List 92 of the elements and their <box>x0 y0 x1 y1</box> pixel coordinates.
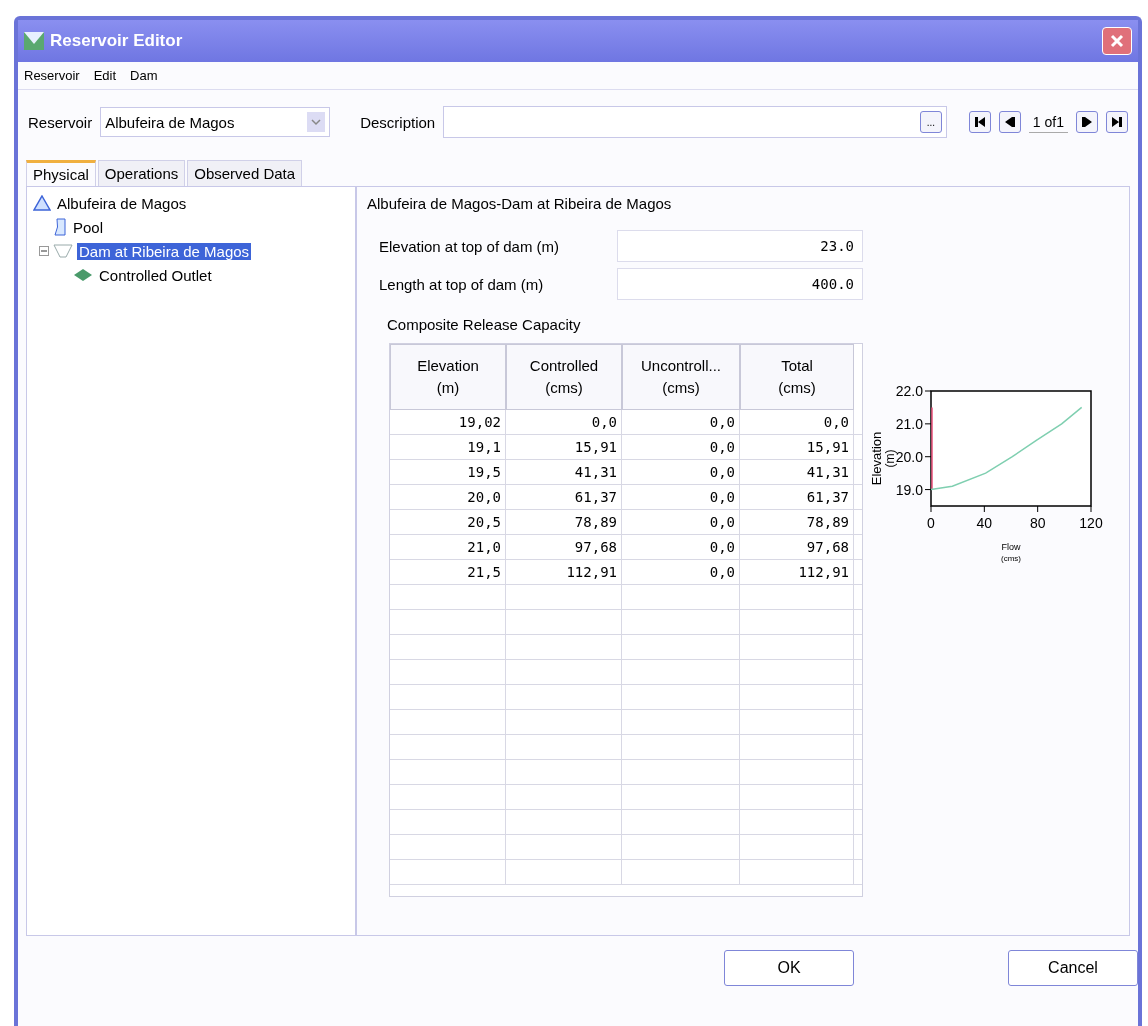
previous-icon <box>1003 116 1016 128</box>
previous-button[interactable] <box>998 111 1021 133</box>
funnel-icon <box>53 244 73 258</box>
last-icon <box>1111 116 1123 128</box>
table-cell: 78,89 <box>506 510 622 534</box>
table-cell: 61,37 <box>740 485 854 509</box>
cancel-button[interactable]: Cancel <box>1008 950 1138 986</box>
y-tick: 19.0 <box>895 481 932 498</box>
panel-title: Albufeira de Magos-Dam at Ribeira de Magos <box>367 195 673 212</box>
last-button[interactable] <box>1106 111 1128 133</box>
x-tick: 0 <box>927 505 935 531</box>
y-tick: 21.0 <box>895 415 932 432</box>
table-cell: 15,91 <box>740 435 854 459</box>
table-cell: 15,91 <box>506 435 622 459</box>
x-axis-label: Flow <box>1001 542 1021 552</box>
table-cell: 0,0 <box>622 510 740 534</box>
close-button[interactable] <box>1102 27 1132 55</box>
app-icon <box>24 32 44 50</box>
table-cell: 0,0 <box>622 535 740 559</box>
x-tick-label: 120 <box>1079 515 1103 531</box>
x-tick: 120 <box>1079 505 1103 531</box>
column-header[interactable]: Elevation (m) <box>390 344 506 410</box>
diamond-icon <box>73 268 93 282</box>
column-header[interactable]: Total (cms) <box>740 344 854 410</box>
tree-item[interactable]: Dam at Ribeira de Magos <box>77 242 252 260</box>
menu-item[interactable]: Reservoir <box>24 68 80 83</box>
column-header[interactable]: Controlled (cms) <box>506 344 622 410</box>
table-cell: 0,0 <box>506 410 622 434</box>
tab[interactable]: Observed Data <box>187 160 303 186</box>
table-cell: 41,31 <box>506 460 622 484</box>
field-label: Description <box>360 113 436 131</box>
table-cell: 61,37 <box>506 485 622 509</box>
y-axis-label: Elevation <box>869 431 884 486</box>
menu-item[interactable]: Dam <box>130 68 158 83</box>
x-tick: 40 <box>976 505 993 531</box>
table-cell: 21,5 <box>390 560 506 584</box>
record-counter: 1 of1 <box>1028 111 1068 133</box>
field-label: Reservoir <box>28 113 93 131</box>
field-label: Elevation at top of dam (m) <box>379 237 561 255</box>
first-button[interactable] <box>968 111 991 133</box>
table-cell: 19,02 <box>390 410 506 434</box>
section-title: Composite Release Capacity <box>387 316 582 333</box>
collapse-icon[interactable] <box>39 246 49 256</box>
column-header[interactable]: Uncontroll... (cms) <box>622 344 740 410</box>
menu-item[interactable]: Edit <box>93 68 117 83</box>
table-cell: 19,5 <box>390 460 506 484</box>
x-tick-label: 80 <box>1029 515 1046 531</box>
y-tick-label: 19.0 <box>895 481 924 498</box>
tab[interactable]: Physical <box>26 160 96 186</box>
y-tick-label: 21.0 <box>895 415 924 432</box>
description-field[interactable]: ... <box>443 106 947 138</box>
browse-button[interactable]: ... <box>919 111 942 133</box>
tree-item[interactable]: Pool <box>71 218 106 236</box>
y-tick-label: 22.0 <box>895 383 924 399</box>
x-axis-unit: (cms) <box>1001 554 1021 563</box>
input-field[interactable]: 400.0 <box>617 268 863 300</box>
x-tick: 80 <box>1029 505 1046 531</box>
pool-icon <box>53 218 67 236</box>
table-cell: 78,89 <box>740 510 854 534</box>
first-icon <box>973 116 986 128</box>
next-icon <box>1081 116 1093 128</box>
tree-item[interactable]: Controlled Outlet <box>97 266 214 284</box>
table-cell: 20,5 <box>390 510 506 534</box>
field-label: Length at top of dam (m) <box>379 275 545 293</box>
table-cell: 21,0 <box>390 535 506 559</box>
tab[interactable]: Operations <box>97 160 186 186</box>
chevron-down-icon <box>307 112 326 132</box>
table-cell: 0,0 <box>622 485 740 509</box>
table-cell: 97,68 <box>740 535 854 559</box>
x-tick-label: 40 <box>976 515 993 531</box>
table-cell: 0,0 <box>622 435 740 459</box>
reservoir-dropdown[interactable]: Albufeira de Magos <box>100 107 331 137</box>
triangle-icon <box>33 195 51 211</box>
table-cell: 0,0 <box>622 410 740 434</box>
y-tick: 22.0 <box>895 383 932 399</box>
ok-button[interactable]: OK <box>724 950 854 986</box>
input-field[interactable]: 23.0 <box>617 230 863 262</box>
table-cell: 112,91 <box>506 560 622 584</box>
table-cell: 97,68 <box>506 535 622 559</box>
table-cell: 112,91 <box>740 560 854 584</box>
table-cell: 41,31 <box>740 460 854 484</box>
table-cell: 20,0 <box>390 485 506 509</box>
window-title: Reservoir Editor <box>50 31 184 51</box>
table-cell: 0,0 <box>740 410 854 434</box>
table-cell: 0,0 <box>622 560 740 584</box>
next-button[interactable] <box>1076 111 1098 133</box>
table-cell: 19,1 <box>390 435 506 459</box>
y-axis-unit: (m) <box>883 449 897 468</box>
x-tick-label: 0 <box>927 515 936 531</box>
table-cell: 0,0 <box>622 460 740 484</box>
close-icon <box>1110 34 1124 48</box>
tree-item[interactable]: Albufeira de Magos <box>55 194 189 212</box>
